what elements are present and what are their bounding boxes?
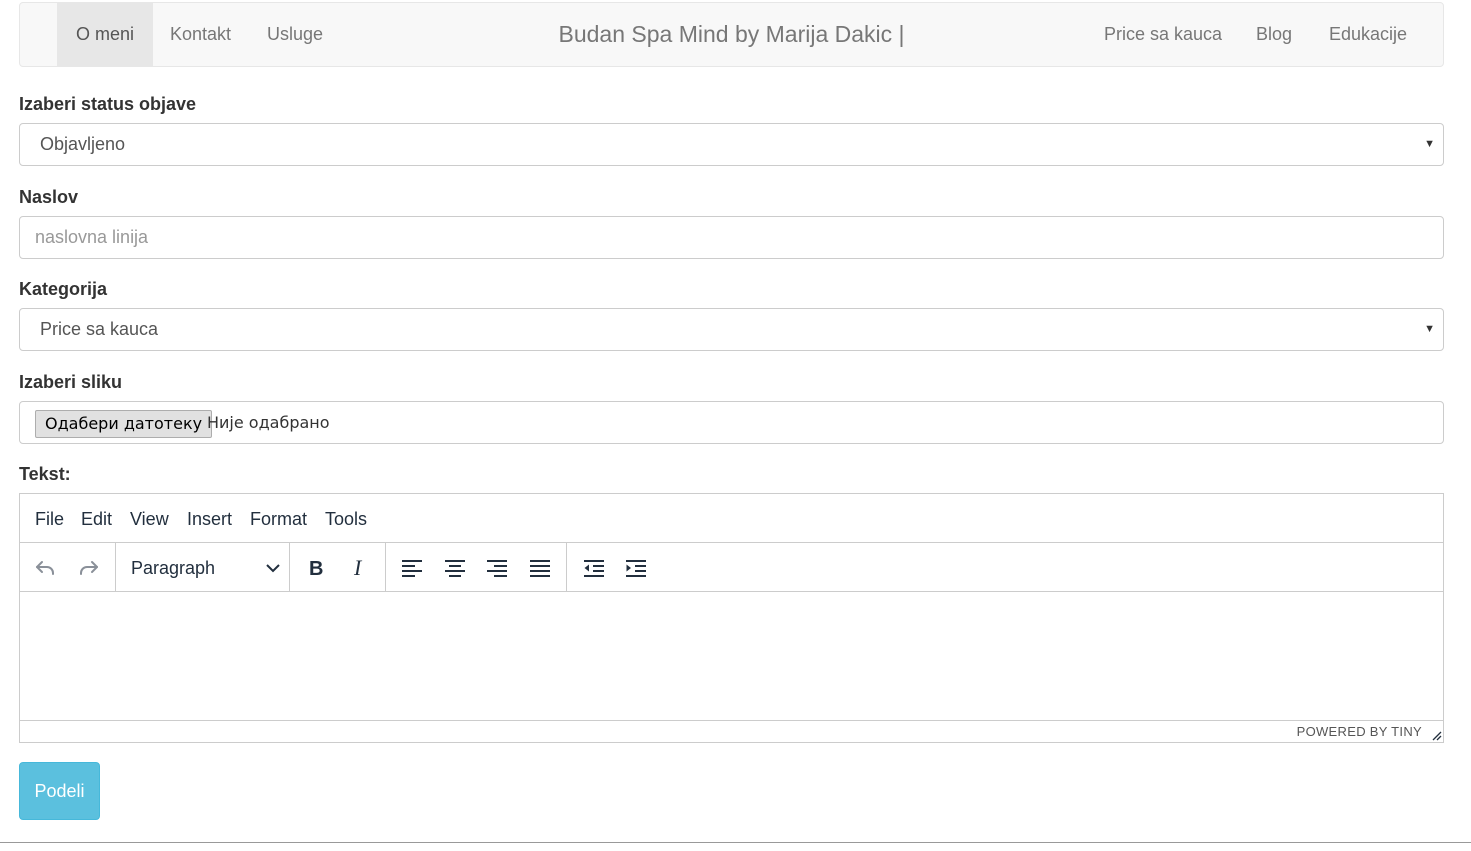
category-select[interactable]: Price sa kauca ▼ <box>19 308 1444 351</box>
chevron-down-icon <box>266 564 280 573</box>
toolbar-separator <box>115 543 116 591</box>
menu-tools[interactable]: Tools <box>325 494 367 544</box>
file-status-text: Није одабрано <box>207 413 330 432</box>
menu-insert[interactable]: Insert <box>187 494 232 544</box>
nav-item-blog[interactable]: Blog <box>1237 3 1311 66</box>
align-justify-icon[interactable] <box>523 552 557 584</box>
editor-statusbar: POWERED BY TINY <box>20 720 1443 742</box>
menu-edit[interactable]: Edit <box>81 494 112 544</box>
menu-file[interactable]: File <box>35 494 64 544</box>
bold-icon[interactable]: B <box>299 552 333 584</box>
nav-item-price-sa-kauca[interactable]: Price sa kauca <box>1085 3 1241 66</box>
block-format-select[interactable]: Paragraph <box>131 552 281 584</box>
submit-button[interactable]: Podeli <box>19 762 100 820</box>
menu-format[interactable]: Format <box>250 494 307 544</box>
svg-text:I: I <box>353 556 363 580</box>
nav-item-usluge[interactable]: Usluge <box>248 3 342 66</box>
choose-file-button[interactable]: Одабери датотеку <box>35 410 213 438</box>
align-center-icon[interactable] <box>438 552 472 584</box>
text-label: Tekst: <box>19 464 71 484</box>
image-file-field: Одабери датотеку Није одабрано <box>19 401 1444 444</box>
caret-down-icon: ▼ <box>1424 138 1435 150</box>
undo-icon[interactable] <box>28 552 62 584</box>
align-right-icon[interactable] <box>480 552 514 584</box>
status-select-value: Objavljeno <box>40 134 126 154</box>
svg-text:B: B <box>309 558 323 580</box>
status-select[interactable]: Objavljeno ▼ <box>19 123 1444 166</box>
toolbar-separator <box>289 543 290 591</box>
indent-icon[interactable] <box>619 552 653 584</box>
editor-menubar: File Edit View Insert Format Tools <box>20 494 1443 543</box>
menu-view[interactable]: View <box>130 494 169 544</box>
block-format-label: Paragraph <box>131 558 216 578</box>
editor-toolbar: Paragraph B I <box>20 543 1443 592</box>
title-input-placeholder: naslovna linija <box>35 227 149 247</box>
editor-content-area[interactable] <box>20 592 1443 721</box>
nav-item-o-meni[interactable]: O meni <box>57 3 154 66</box>
rich-text-editor: File Edit View Insert Format Tools Parag… <box>19 493 1444 743</box>
nav-item-kontakt[interactable]: Kontakt <box>151 3 250 66</box>
category-label: Kategorija <box>19 279 108 299</box>
caret-down-icon: ▼ <box>1424 323 1435 335</box>
outdent-icon[interactable] <box>577 552 611 584</box>
toolbar-separator <box>385 543 386 591</box>
nav-item-edukacije[interactable]: Edukacije <box>1310 3 1426 66</box>
align-left-icon[interactable] <box>395 552 429 584</box>
title-label: Naslov <box>19 187 79 207</box>
navbar: O meni Kontakt Usluge Budan Spa Mind by … <box>19 2 1444 67</box>
title-input[interactable]: naslovna linija <box>19 216 1444 259</box>
redo-icon[interactable] <box>72 552 106 584</box>
bottom-divider <box>0 842 1471 843</box>
resize-handle-icon[interactable] <box>1430 729 1442 741</box>
category-select-value: Price sa kauca <box>40 319 159 339</box>
brand-title[interactable]: Budan Spa Mind by Marija Dakic | <box>558 21 904 47</box>
italic-icon[interactable]: I <box>342 552 376 584</box>
powered-by-tiny-link[interactable]: POWERED BY TINY <box>1297 721 1422 742</box>
status-label: Izaberi status objave <box>19 94 197 114</box>
image-label: Izaberi sliku <box>19 372 123 392</box>
toolbar-separator <box>566 543 567 591</box>
